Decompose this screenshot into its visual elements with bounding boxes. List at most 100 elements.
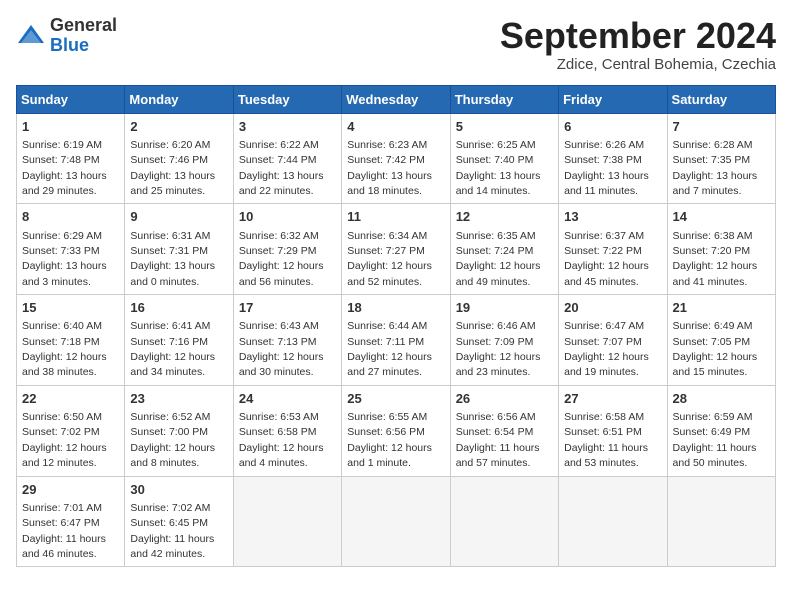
calendar-header: SundayMondayTuesdayWednesdayThursdayFrid… bbox=[17, 85, 776, 113]
logo-line2: Blue bbox=[50, 36, 117, 56]
week-row: 15 Sunrise: 6:40 AM Sunset: 7:18 PM Dayli… bbox=[17, 295, 776, 386]
calendar-cell bbox=[667, 476, 775, 567]
day-header-monday: Monday bbox=[125, 85, 233, 113]
calendar-cell: 29 Sunrise: 7:01 AM Sunset: 6:47 PM Dayli… bbox=[17, 476, 125, 567]
day-number: 6 bbox=[564, 118, 661, 136]
day-detail: Sunrise: 6:49 AM Sunset: 7:05 PM Dayligh… bbox=[673, 320, 758, 378]
day-number: 9 bbox=[130, 208, 227, 226]
day-detail: Sunrise: 6:22 AM Sunset: 7:44 PM Dayligh… bbox=[239, 139, 324, 197]
day-detail: Sunrise: 6:47 AM Sunset: 7:07 PM Dayligh… bbox=[564, 320, 649, 378]
logo: General Blue bbox=[16, 16, 117, 56]
day-number: 28 bbox=[673, 390, 770, 408]
calendar-cell: 22Sunrise: 6:50 AM Sunset: 7:02 PM Dayli… bbox=[17, 385, 125, 476]
day-number: 13 bbox=[564, 208, 661, 226]
calendar-cell: 26 Sunrise: 6:56 AM Sunset: 6:54 PM Dayli… bbox=[450, 385, 558, 476]
day-detail: Sunrise: 6:52 AM Sunset: 7:00 PM Dayligh… bbox=[130, 411, 215, 469]
calendar-cell: 25Sunrise: 6:55 AM Sunset: 6:56 PM Dayli… bbox=[342, 385, 450, 476]
day-detail: Sunrise: 6:41 AM Sunset: 7:16 PM Dayligh… bbox=[130, 320, 215, 378]
day-detail: Sunrise: 7:01 AM Sunset: 6:47 PM Dayligh… bbox=[22, 502, 106, 560]
calendar-cell: 1Sunrise: 6:19 AM Sunset: 7:48 PM Daylig… bbox=[17, 113, 125, 204]
calendar-cell: 27Sunrise: 6:58 AM Sunset: 6:51 PM Dayli… bbox=[559, 385, 667, 476]
day-detail: Sunrise: 6:53 AM Sunset: 6:58 PM Dayligh… bbox=[239, 411, 324, 469]
calendar-cell: 13 Sunrise: 6:37 AM Sunset: 7:22 PM Dayli… bbox=[559, 204, 667, 295]
week-row: 29 Sunrise: 7:01 AM Sunset: 6:47 PM Dayli… bbox=[17, 476, 776, 567]
calendar-table: SundayMondayTuesdayWednesdayThursdayFrid… bbox=[16, 85, 776, 568]
day-header-tuesday: Tuesday bbox=[233, 85, 341, 113]
day-detail: Sunrise: 6:26 AM Sunset: 7:38 PM Dayligh… bbox=[564, 139, 649, 197]
day-number: 30 bbox=[130, 481, 227, 499]
header: General Blue September 2024 Zdice, Centr… bbox=[16, 16, 776, 73]
header-row: SundayMondayTuesdayWednesdayThursdayFrid… bbox=[17, 85, 776, 113]
day-detail: Sunrise: 6:43 AM Sunset: 7:13 PM Dayligh… bbox=[239, 320, 324, 378]
calendar-cell: 28 Sunrise: 6:59 AM Sunset: 6:49 PM Dayli… bbox=[667, 385, 775, 476]
calendar-cell: 9 Sunrise: 6:31 AM Sunset: 7:31 PM Daylig… bbox=[125, 204, 233, 295]
calendar-cell: 23 Sunrise: 6:52 AM Sunset: 7:00 PM Dayli… bbox=[125, 385, 233, 476]
week-row: 22Sunrise: 6:50 AM Sunset: 7:02 PM Dayli… bbox=[17, 385, 776, 476]
day-detail: Sunrise: 6:56 AM Sunset: 6:54 PM Dayligh… bbox=[456, 411, 540, 469]
day-number: 18 bbox=[347, 299, 444, 317]
logo-line1: General bbox=[50, 16, 117, 36]
day-number: 19 bbox=[456, 299, 553, 317]
day-detail: Sunrise: 6:23 AM Sunset: 7:42 PM Dayligh… bbox=[347, 139, 432, 197]
day-number: 7 bbox=[673, 118, 770, 136]
day-detail: Sunrise: 6:38 AM Sunset: 7:20 PM Dayligh… bbox=[673, 230, 758, 288]
day-number: 4 bbox=[347, 118, 444, 136]
calendar-cell: 24Sunrise: 6:53 AM Sunset: 6:58 PM Dayli… bbox=[233, 385, 341, 476]
day-detail: Sunrise: 6:37 AM Sunset: 7:22 PM Dayligh… bbox=[564, 230, 649, 288]
day-detail: Sunrise: 6:28 AM Sunset: 7:35 PM Dayligh… bbox=[673, 139, 758, 197]
calendar-cell: 2Sunrise: 6:20 AM Sunset: 7:46 PM Daylig… bbox=[125, 113, 233, 204]
calendar-cell: 4 Sunrise: 6:23 AM Sunset: 7:42 PM Daylig… bbox=[342, 113, 450, 204]
day-detail: Sunrise: 6:29 AM Sunset: 7:33 PM Dayligh… bbox=[22, 230, 107, 288]
day-number: 17 bbox=[239, 299, 336, 317]
day-header-sunday: Sunday bbox=[17, 85, 125, 113]
day-number: 25 bbox=[347, 390, 444, 408]
day-number: 27 bbox=[564, 390, 661, 408]
calendar-body: 1Sunrise: 6:19 AM Sunset: 7:48 PM Daylig… bbox=[17, 113, 776, 567]
calendar-cell bbox=[342, 476, 450, 567]
day-number: 14 bbox=[673, 208, 770, 226]
calendar-cell: 16 Sunrise: 6:41 AM Sunset: 7:16 PM Dayli… bbox=[125, 295, 233, 386]
day-number: 21 bbox=[673, 299, 770, 317]
day-number: 16 bbox=[130, 299, 227, 317]
day-number: 23 bbox=[130, 390, 227, 408]
logo-icon bbox=[16, 21, 46, 51]
calendar-cell: 19Sunrise: 6:46 AM Sunset: 7:09 PM Dayli… bbox=[450, 295, 558, 386]
day-detail: Sunrise: 6:20 AM Sunset: 7:46 PM Dayligh… bbox=[130, 139, 215, 197]
day-detail: Sunrise: 6:40 AM Sunset: 7:18 PM Dayligh… bbox=[22, 320, 107, 378]
calendar-cell: 11 Sunrise: 6:34 AM Sunset: 7:27 PM Dayli… bbox=[342, 204, 450, 295]
calendar-cell: 7 Sunrise: 6:28 AM Sunset: 7:35 PM Daylig… bbox=[667, 113, 775, 204]
day-detail: Sunrise: 6:31 AM Sunset: 7:31 PM Dayligh… bbox=[130, 230, 215, 288]
calendar-cell bbox=[559, 476, 667, 567]
day-number: 29 bbox=[22, 481, 119, 499]
calendar-cell: 18 Sunrise: 6:44 AM Sunset: 7:11 PM Dayli… bbox=[342, 295, 450, 386]
day-number: 11 bbox=[347, 208, 444, 226]
day-number: 15 bbox=[22, 299, 119, 317]
day-number: 10 bbox=[239, 208, 336, 226]
day-detail: Sunrise: 6:59 AM Sunset: 6:49 PM Dayligh… bbox=[673, 411, 757, 469]
calendar-title: September 2024 bbox=[500, 16, 776, 56]
day-detail: Sunrise: 6:35 AM Sunset: 7:24 PM Dayligh… bbox=[456, 230, 541, 288]
day-number: 8 bbox=[22, 208, 119, 226]
calendar-cell: 6 Sunrise: 6:26 AM Sunset: 7:38 PM Daylig… bbox=[559, 113, 667, 204]
calendar-subtitle: Zdice, Central Bohemia, Czechia bbox=[500, 56, 776, 73]
day-header-wednesday: Wednesday bbox=[342, 85, 450, 113]
day-number: 12 bbox=[456, 208, 553, 226]
calendar-cell bbox=[233, 476, 341, 567]
day-detail: Sunrise: 6:19 AM Sunset: 7:48 PM Dayligh… bbox=[22, 139, 107, 197]
day-number: 3 bbox=[239, 118, 336, 136]
calendar-cell: 30Sunrise: 7:02 AM Sunset: 6:45 PM Dayli… bbox=[125, 476, 233, 567]
logo-text: General Blue bbox=[50, 16, 117, 56]
calendar-cell: 20Sunrise: 6:47 AM Sunset: 7:07 PM Dayli… bbox=[559, 295, 667, 386]
day-detail: Sunrise: 6:44 AM Sunset: 7:11 PM Dayligh… bbox=[347, 320, 432, 378]
day-detail: Sunrise: 6:32 AM Sunset: 7:29 PM Dayligh… bbox=[239, 230, 324, 288]
calendar-cell: 15 Sunrise: 6:40 AM Sunset: 7:18 PM Dayli… bbox=[17, 295, 125, 386]
calendar-cell: 8 Sunrise: 6:29 AM Sunset: 7:33 PM Daylig… bbox=[17, 204, 125, 295]
calendar-cell: 14 Sunrise: 6:38 AM Sunset: 7:20 PM Dayli… bbox=[667, 204, 775, 295]
day-number: 26 bbox=[456, 390, 553, 408]
calendar-cell: 21 Sunrise: 6:49 AM Sunset: 7:05 PM Dayli… bbox=[667, 295, 775, 386]
day-detail: Sunrise: 6:34 AM Sunset: 7:27 PM Dayligh… bbox=[347, 230, 432, 288]
day-detail: Sunrise: 6:25 AM Sunset: 7:40 PM Dayligh… bbox=[456, 139, 541, 197]
calendar-cell: 17 Sunrise: 6:43 AM Sunset: 7:13 PM Dayli… bbox=[233, 295, 341, 386]
week-row: 1Sunrise: 6:19 AM Sunset: 7:48 PM Daylig… bbox=[17, 113, 776, 204]
calendar-cell: 5Sunrise: 6:25 AM Sunset: 7:40 PM Daylig… bbox=[450, 113, 558, 204]
